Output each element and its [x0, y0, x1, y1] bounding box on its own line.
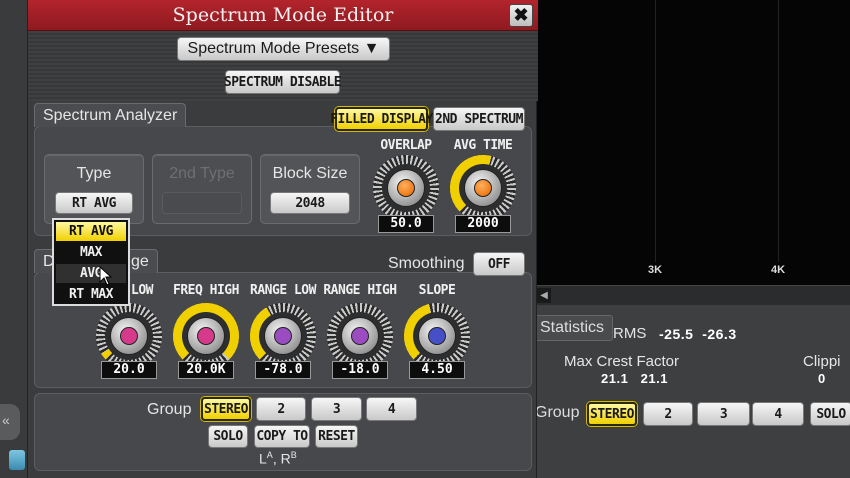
freq-high-knob[interactable]	[173, 303, 239, 369]
slope-label: SLOPE	[418, 283, 456, 298]
rms-values: -25.5 -26.3	[659, 326, 737, 342]
group-label: Group	[147, 401, 192, 418]
type-option-max[interactable]: MAX	[56, 243, 126, 262]
freq-label-4k: 4K	[770, 264, 786, 276]
scroll-left-icon[interactable]: ◀	[537, 288, 551, 303]
group-4-button[interactable]: 4	[366, 397, 417, 421]
range-low-value[interactable]: -78.0	[255, 361, 311, 379]
type-title: Type	[76, 165, 112, 182]
channel-r-superscript: B	[290, 450, 297, 460]
spectrum-disable-button[interactable]: SPECTRUM DISABLE	[224, 70, 342, 94]
title-bar[interactable]: Spectrum Mode Editor ✖	[28, 0, 538, 31]
copy-to-button[interactable]: COPY TO	[254, 425, 310, 448]
solo-button[interactable]: SOLO	[208, 425, 248, 448]
freq-high-value[interactable]: 20.0K	[178, 361, 234, 379]
overlap-value[interactable]: 50.0	[378, 215, 434, 233]
knob-indicator	[197, 327, 215, 345]
range-high-label: RANGE HIGH	[323, 283, 397, 298]
bg-group-3-button[interactable]: 3	[697, 402, 750, 426]
avg-time-knob[interactable]	[450, 155, 516, 221]
knob-indicator	[274, 327, 292, 345]
slope-value[interactable]: 4.50	[409, 361, 465, 379]
reset-button[interactable]: RESET	[315, 425, 358, 448]
type-option-avg[interactable]: AVG	[56, 264, 126, 283]
grid-line	[778, 0, 779, 262]
bg-group-4-button[interactable]: 4	[752, 402, 804, 426]
overlap-knob[interactable]	[373, 155, 439, 221]
range-low-knob[interactable]	[250, 303, 316, 369]
avg-time-value[interactable]: 2000	[455, 215, 511, 233]
bg-group-2-button[interactable]: 2	[643, 402, 693, 426]
chevron-left-icon[interactable]: «	[2, 412, 10, 428]
rms-label: RMS	[613, 325, 647, 342]
knob-indicator	[428, 327, 446, 345]
block-size-select[interactable]: 2048	[270, 192, 350, 214]
range-high-knob[interactable]	[327, 303, 393, 369]
group-channels-text: LA, RB	[259, 450, 297, 467]
slope-knob[interactable]	[404, 303, 470, 369]
freq-low-value[interactable]: 20.0	[101, 361, 157, 379]
group-label: Group	[535, 404, 580, 421]
type-select[interactable]: RT AVG	[55, 192, 133, 214]
knob-indicator	[397, 179, 415, 197]
group-3-button[interactable]: 3	[311, 397, 362, 421]
bg-stereo-button[interactable]: STEREO	[587, 402, 637, 426]
stereo-button[interactable]: STEREO	[201, 397, 251, 421]
clipping-value: 0	[818, 371, 826, 386]
tab-statistics[interactable]: Statistics	[531, 315, 614, 341]
bg-solo-button[interactable]: SOLO	[810, 402, 850, 426]
second-spectrum-button[interactable]: 2ND SPECTRUM	[433, 107, 525, 131]
crest-factor-values: 21.1 21.1	[601, 371, 668, 386]
block-size-title: Block Size	[272, 165, 348, 182]
freq-high-label: FREQ HIGH	[173, 283, 239, 298]
tab-display-range-end: ge	[131, 253, 149, 270]
grid-line	[655, 0, 656, 262]
horizontal-scrollbar[interactable]: ◀	[537, 285, 850, 305]
left-side-strip: «	[0, 0, 27, 478]
range-high-value[interactable]: -18.0	[332, 361, 388, 379]
range-low-label: RANGE LOW	[250, 283, 316, 298]
type-dropdown-menu: RT AVG MAX AVG RT MAX	[52, 218, 130, 306]
second-type-select	[162, 192, 242, 214]
freq-low-label: LOW	[131, 283, 153, 298]
overlap-label: OVERLAP	[380, 138, 432, 153]
type-option-rt-max[interactable]: RT MAX	[56, 285, 126, 304]
smoothing-button[interactable]: OFF	[473, 252, 525, 276]
second-type-title: 2nd Type	[169, 165, 235, 182]
clipping-label: Clippi	[803, 353, 841, 370]
tab-spectrum-analyzer: Spectrum Analyzer	[34, 103, 187, 127]
type-option-rt-avg[interactable]: RT AVG	[56, 222, 126, 241]
mouse-cursor-icon	[99, 266, 113, 286]
freq-low-knob[interactable]	[96, 303, 162, 369]
crest-factor-label: Max Crest Factor	[564, 353, 680, 370]
close-icon[interactable]: ✖	[509, 4, 533, 27]
channel-l: L	[259, 450, 267, 467]
knob-indicator	[351, 327, 369, 345]
knob-indicator	[120, 327, 138, 345]
freq-label-3k: 3K	[647, 264, 663, 276]
spectrum-mode-presets-dropdown[interactable]: Spectrum Mode Presets ▼	[177, 37, 390, 61]
app-icon[interactable]	[9, 450, 25, 470]
statistics-panel: Statistics RMS -25.5 -26.3 Max Crest Fac…	[531, 305, 850, 478]
dialog-title: Spectrum Mode Editor	[172, 4, 394, 26]
channel-r: , R	[272, 450, 291, 467]
avg-time-label: AVG TIME	[453, 138, 513, 153]
smoothing-label: Smoothing	[388, 255, 465, 272]
group-2-button[interactable]: 2	[256, 397, 306, 421]
spectrum-plot: 3K 4K	[537, 0, 850, 285]
knob-indicator	[474, 179, 492, 197]
filled-display-button[interactable]: FILLED DISPLAY	[330, 107, 433, 131]
